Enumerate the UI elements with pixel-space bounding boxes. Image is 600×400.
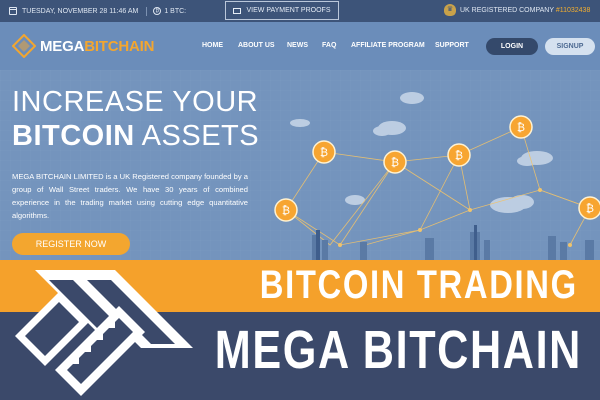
large-brand-logo-icon bbox=[15, 270, 193, 396]
hero-description: MEGA BITCHAIN LIMITED is a UK Registered… bbox=[12, 172, 248, 220]
hero-title-rest: ASSETS bbox=[134, 120, 260, 152]
logo-icon[interactable] bbox=[12, 34, 36, 58]
uk-registration: UK REGISTERED COMPANY #11032438 bbox=[460, 7, 590, 14]
nav-news[interactable]: NEWS bbox=[287, 42, 308, 49]
coin-6-icon: ₿ bbox=[586, 202, 594, 215]
uk-registration-label: UK REGISTERED COMPANY bbox=[460, 7, 554, 14]
coin-4-icon: ₿ bbox=[517, 121, 525, 134]
bitcoin-icon: ₿ bbox=[153, 7, 162, 15]
hero-title-line-1: INCREASE YOUR bbox=[12, 86, 259, 118]
calendar-icon bbox=[9, 7, 17, 15]
uk-crest-icon: ♛ bbox=[444, 4, 456, 16]
nav-home[interactable]: HOME bbox=[202, 42, 223, 49]
nav-faq[interactable]: FAQ bbox=[322, 42, 336, 49]
view-payment-proofs-label: VIEW PAYMENT PROOFS bbox=[246, 7, 331, 14]
current-date: TUESDAY, NOVEMBER 28 11:46 AM bbox=[22, 7, 139, 15]
monitor-icon bbox=[233, 7, 242, 14]
main-navbar: MEGABITCHAIN HOME ABOUT US NEWS FAQ AFFI… bbox=[0, 22, 600, 70]
logo-text-mega: MEGA bbox=[40, 38, 85, 55]
nav-affiliate-program[interactable]: AFFILIATE PROGRAM bbox=[351, 42, 425, 49]
divider bbox=[146, 6, 148, 16]
hero-title-bold: BITCOIN bbox=[12, 120, 135, 152]
company-number[interactable]: #11032438 bbox=[556, 7, 591, 14]
logo-text-bitchain: BITCHAIN bbox=[84, 38, 155, 55]
coin-3-icon: ₿ bbox=[455, 149, 463, 162]
coin-2-icon: ₿ bbox=[391, 156, 399, 169]
coin-5-icon: ₿ bbox=[282, 204, 290, 217]
hero-section: ₿ ₿ ₿ ₿ ₿ ₿ INCREASE YOUR BITCOIN ASSETS… bbox=[0, 70, 600, 260]
btc-price-label: 1 BTC: bbox=[164, 7, 187, 15]
banner-title-bitcoin-trading: BITCOIN TRADING bbox=[260, 263, 578, 307]
nav-about-us[interactable]: ABOUT US bbox=[238, 42, 275, 49]
view-payment-proofs-button[interactable]: VIEW PAYMENT PROOFS bbox=[225, 1, 339, 20]
nav-support[interactable]: SUPPORT bbox=[435, 42, 469, 49]
register-now-button[interactable]: REGISTER NOW bbox=[12, 233, 130, 255]
coin-1-icon: ₿ bbox=[320, 146, 328, 159]
login-button[interactable]: LOGIN bbox=[486, 38, 538, 55]
banner-title-mega-bitchain: MEGA BITCHAIN bbox=[214, 320, 582, 380]
hero-title-line-2: BITCOIN ASSETS bbox=[12, 120, 259, 153]
logo-wordmark[interactable]: MEGABITCHAIN bbox=[40, 38, 154, 55]
signup-button[interactable]: SIGNUP bbox=[545, 38, 595, 55]
